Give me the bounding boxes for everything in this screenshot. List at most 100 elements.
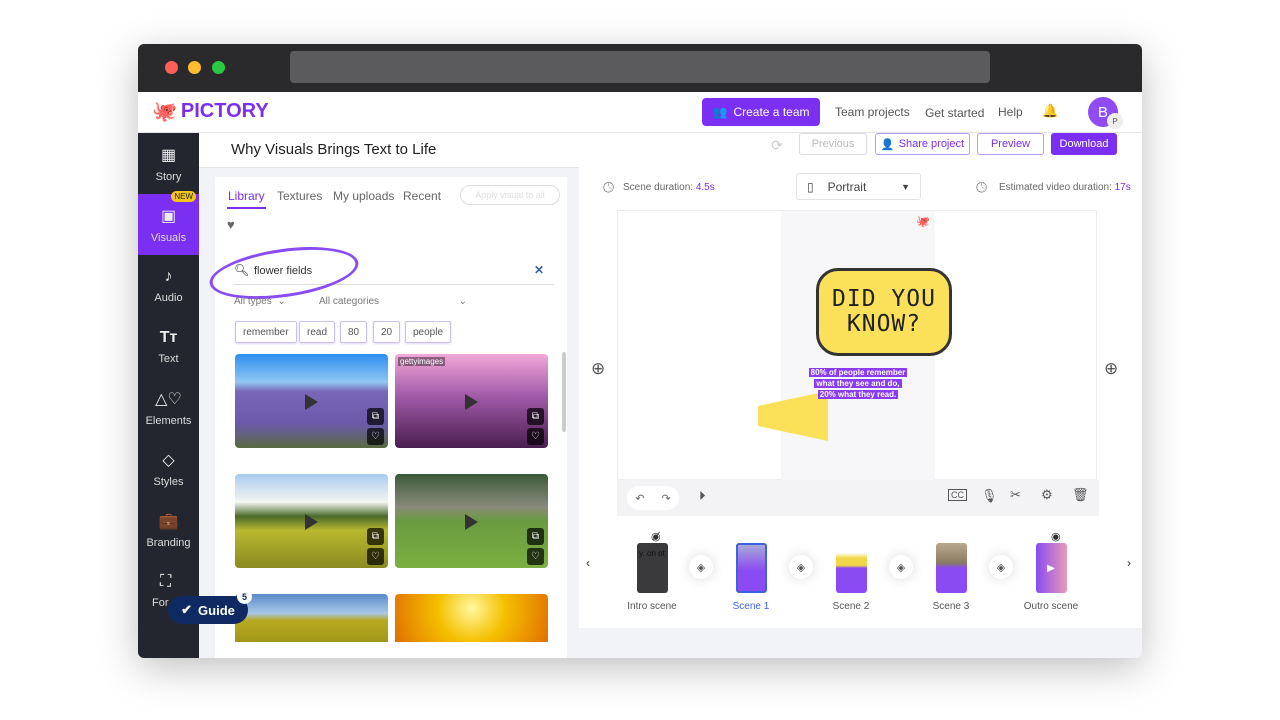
scene-outro[interactable]: ▶ Outro scene	[1013, 543, 1089, 612]
get-started-link[interactable]: Get started	[925, 106, 984, 120]
scene-thumbnail: y. on ot	[636, 543, 668, 593]
scissors-icon[interactable]: ✂	[1010, 487, 1021, 503]
scene-3[interactable]: Scene 3	[913, 543, 989, 612]
transition-layers-icon[interactable]: ◈	[889, 555, 913, 579]
team-projects-link[interactable]: Team projects	[835, 105, 910, 119]
add-scene-before-icon[interactable]: ⊕	[591, 359, 605, 379]
sidebar-label: For	[152, 596, 169, 609]
orientation-dropdown[interactable]: ▯ Portrait ▼	[796, 173, 921, 200]
caption-text[interactable]: 80% of people remember what they see and…	[803, 367, 913, 400]
team-icon: 👥	[712, 105, 728, 119]
sidebar-label: Branding	[146, 536, 191, 549]
redo-icon[interactable]: ↷	[661, 492, 670, 505]
transition-layers-icon[interactable]: ◈	[689, 555, 713, 579]
scene-2[interactable]: Scene 2	[813, 543, 889, 612]
video-thumbnail[interactable]: ⧉ ♡	[395, 474, 548, 568]
est-duration-label: Estimated video duration:	[999, 182, 1112, 193]
copy-icon[interactable]: ⧉	[367, 408, 384, 425]
headline-line: DID YOU	[832, 285, 936, 312]
guide-button[interactable]: ✔ Guide	[168, 596, 248, 624]
address-bar[interactable]	[290, 51, 990, 83]
keyword-chip[interactable]: 80	[340, 321, 368, 343]
scene-intro[interactable]: y. on ot Intro scene	[619, 543, 685, 612]
sidebar-label: Visuals	[150, 231, 187, 244]
close-window-button[interactable]	[165, 61, 178, 74]
video-thumbnail[interactable]	[235, 594, 388, 642]
sidebar-item-audio[interactable]: ♪ Audio	[138, 255, 199, 316]
tab-recent[interactable]: Recent	[403, 189, 441, 203]
timeline-next-icon[interactable]: ›	[1127, 556, 1131, 570]
favorite-icon[interactable]: ♡	[527, 548, 544, 565]
video-thumbnail[interactable]	[395, 594, 548, 642]
scene-thumbnail	[835, 543, 867, 593]
caption-line: what they see and do,	[814, 379, 902, 388]
video-thumbnail[interactable]: ⧉ ♡	[235, 354, 388, 448]
text-icon: Tт	[159, 328, 178, 346]
sidebar-label: Text	[158, 352, 179, 365]
clear-search-icon[interactable]: ✕	[534, 263, 544, 277]
caption-line: 80% of people remember	[808, 368, 908, 377]
project-title[interactable]: Why Visuals Brings Text to Life	[231, 141, 436, 158]
scene-label: Scene 3	[932, 601, 970, 612]
keyword-chip[interactable]: remember	[235, 321, 297, 343]
est-duration-value: 17s	[1114, 182, 1131, 193]
sidebar-item-story[interactable]: ▦ Story	[138, 133, 199, 194]
favorite-icon[interactable]: ♡	[367, 428, 384, 445]
scene-duration-value[interactable]: 4.5s	[696, 182, 715, 193]
music-icon: ♪	[164, 267, 173, 285]
preview-button[interactable]: Preview	[977, 133, 1044, 155]
share-project-button[interactable]: 👤 Share project	[875, 133, 970, 155]
apply-visual-to-all-button[interactable]: Apply visual to all	[460, 185, 560, 205]
keyword-chip[interactable]: read	[299, 321, 336, 343]
minimize-window-button[interactable]	[188, 61, 201, 74]
type-filter-dropdown[interactable]: All types ⌄	[234, 296, 286, 307]
add-scene-after-icon[interactable]: ⊕	[1104, 359, 1118, 379]
timeline-prev-icon[interactable]: ‹	[586, 556, 590, 570]
sidebar-item-branding[interactable]: 💼 Branding	[138, 499, 199, 560]
guide-label: Guide	[198, 602, 235, 618]
copy-icon[interactable]: ⧉	[367, 528, 384, 545]
create-team-button[interactable]: 👥 Create a team	[702, 98, 820, 126]
trash-icon[interactable]: 🗑︎	[1072, 487, 1089, 503]
undo-icon[interactable]: ↶	[635, 492, 644, 505]
favorite-icon[interactable]: ♡	[367, 548, 384, 565]
help-link[interactable]: Help	[998, 105, 1023, 119]
transition-layers-icon[interactable]: ◈	[989, 555, 1013, 579]
maximize-window-button[interactable]	[212, 61, 225, 74]
copy-icon[interactable]: ⧉	[527, 408, 544, 425]
canvas[interactable]: DID YOU KNOW? 80% of people remember what…	[617, 210, 1097, 481]
download-button[interactable]: Download	[1051, 133, 1117, 155]
bell-icon[interactable]: 🔔	[1042, 103, 1058, 119]
play-icon	[465, 514, 478, 530]
browser-window: 🐙 PICTORY 👥 Create a team Team projects Ge…	[138, 44, 1142, 658]
microphone-icon[interactable]: 🎙︎	[981, 488, 998, 504]
sidebar-item-text[interactable]: Tт Text	[138, 316, 199, 377]
category-filter-dropdown[interactable]: All categories ⌄	[319, 296, 467, 307]
previous-button[interactable]: Previous	[799, 133, 867, 155]
copy-icon[interactable]: ⧉	[527, 528, 544, 545]
video-thumbnail[interactable]: ⧉ ♡	[235, 474, 388, 568]
captions-icon[interactable]: CC	[948, 489, 967, 501]
sidebar-item-elements[interactable]: △♡ Elements	[138, 377, 199, 438]
grid-icon: ▦	[160, 146, 177, 164]
eye-icon[interactable]: ◉	[1051, 530, 1061, 543]
tab-library[interactable]: Library	[228, 189, 265, 203]
tab-my-uploads[interactable]: My uploads	[333, 189, 394, 203]
play-circle-icon[interactable]: ⏵	[699, 488, 706, 504]
gear-icon[interactable]: ⚙	[1041, 487, 1053, 503]
scene-1[interactable]: Scene 1	[713, 543, 789, 612]
pictory-logo[interactable]: 🐙 PICTORY	[152, 99, 269, 124]
keyword-chip[interactable]: 20	[373, 321, 401, 343]
hidden-eye-icon[interactable]: ◉̸	[651, 530, 661, 543]
scrollbar[interactable]	[562, 352, 566, 432]
tab-textures[interactable]: Textures	[277, 189, 322, 203]
sidebar-item-styles[interactable]: ◇ Styles	[138, 438, 199, 499]
video-thumbnail[interactable]: gettyimages ⧉ ♡	[395, 354, 548, 448]
create-team-label: Create a team	[733, 105, 810, 119]
keyword-chip[interactable]: people	[405, 321, 452, 343]
favorite-icon[interactable]: ♡	[527, 428, 544, 445]
did-you-know-bubble[interactable]: DID YOU KNOW?	[816, 268, 952, 356]
transition-layers-icon[interactable]: ◈	[789, 555, 813, 579]
sidebar-item-visuals[interactable]: NEW ▣ Visuals	[138, 191, 199, 255]
heart-icon[interactable]: ♥	[227, 217, 235, 232]
